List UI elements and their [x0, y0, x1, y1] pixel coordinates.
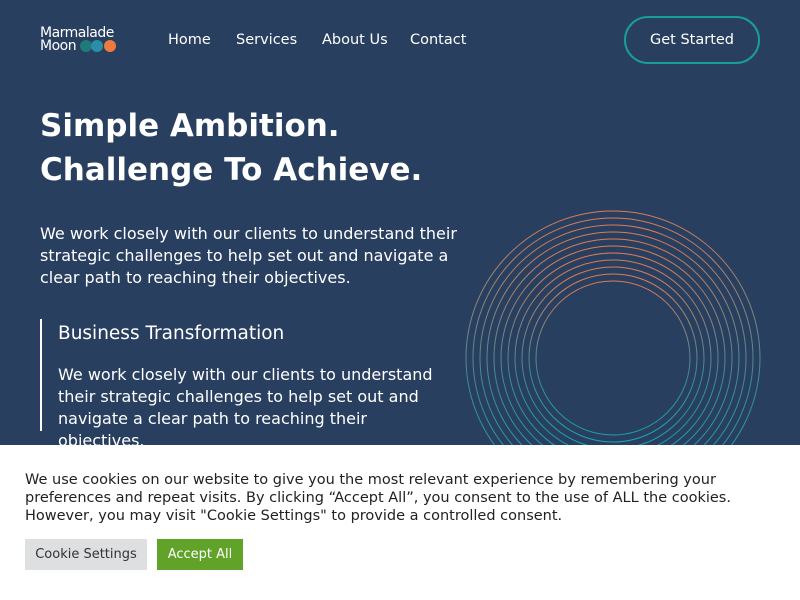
- cookie-message: We use cookies on our website to give yo…: [25, 472, 731, 524]
- get-started-button[interactable]: Get Started: [624, 16, 760, 64]
- brand-logo[interactable]: Marmalade Moon: [40, 26, 120, 54]
- logo-dots-icon: [80, 40, 120, 52]
- feature-description: We work closely with our clients to unde…: [58, 365, 433, 450]
- cookie-settings-button[interactable]: Cookie Settings: [25, 539, 147, 570]
- feature-title: Business Transformation: [58, 323, 285, 344]
- hero-title-line2: Challenge To Achieve.: [40, 152, 423, 188]
- logo-dot-blue: [91, 40, 103, 52]
- nav-link-home[interactable]: Home: [168, 31, 211, 49]
- nav-link-services[interactable]: Services: [236, 31, 297, 49]
- ring-6: [500, 245, 726, 455]
- logo-text-line2: Moon: [40, 38, 77, 54]
- cookie-consent-banner: We use cookies on our website to give yo…: [0, 445, 800, 600]
- hero-title-line1: Simple Ambition.: [40, 108, 340, 144]
- nav-link-contact[interactable]: Contact: [410, 31, 466, 49]
- ring-4: [486, 231, 740, 455]
- hero-title: Simple Ambition. Challenge To Achieve.: [40, 104, 470, 192]
- ring-9: [521, 266, 705, 450]
- ring-10: [528, 273, 698, 443]
- concentric-rings-icon: [465, 210, 761, 455]
- feature-block: Business Transformation We work closely …: [40, 319, 462, 450]
- ring-11: [535, 280, 691, 436]
- ring-2: [472, 217, 754, 455]
- ring-8: [514, 259, 712, 455]
- ring-7: [507, 252, 719, 455]
- top-navigation-bar: Marmalade Moon Home Services About Us Co…: [0, 0, 800, 80]
- logo-dot-orange: [104, 40, 116, 52]
- accept-all-button[interactable]: Accept All: [157, 539, 243, 570]
- nav-link-about-us[interactable]: About Us: [322, 31, 388, 49]
- hero-description: We work closely with our clients to unde…: [40, 224, 457, 287]
